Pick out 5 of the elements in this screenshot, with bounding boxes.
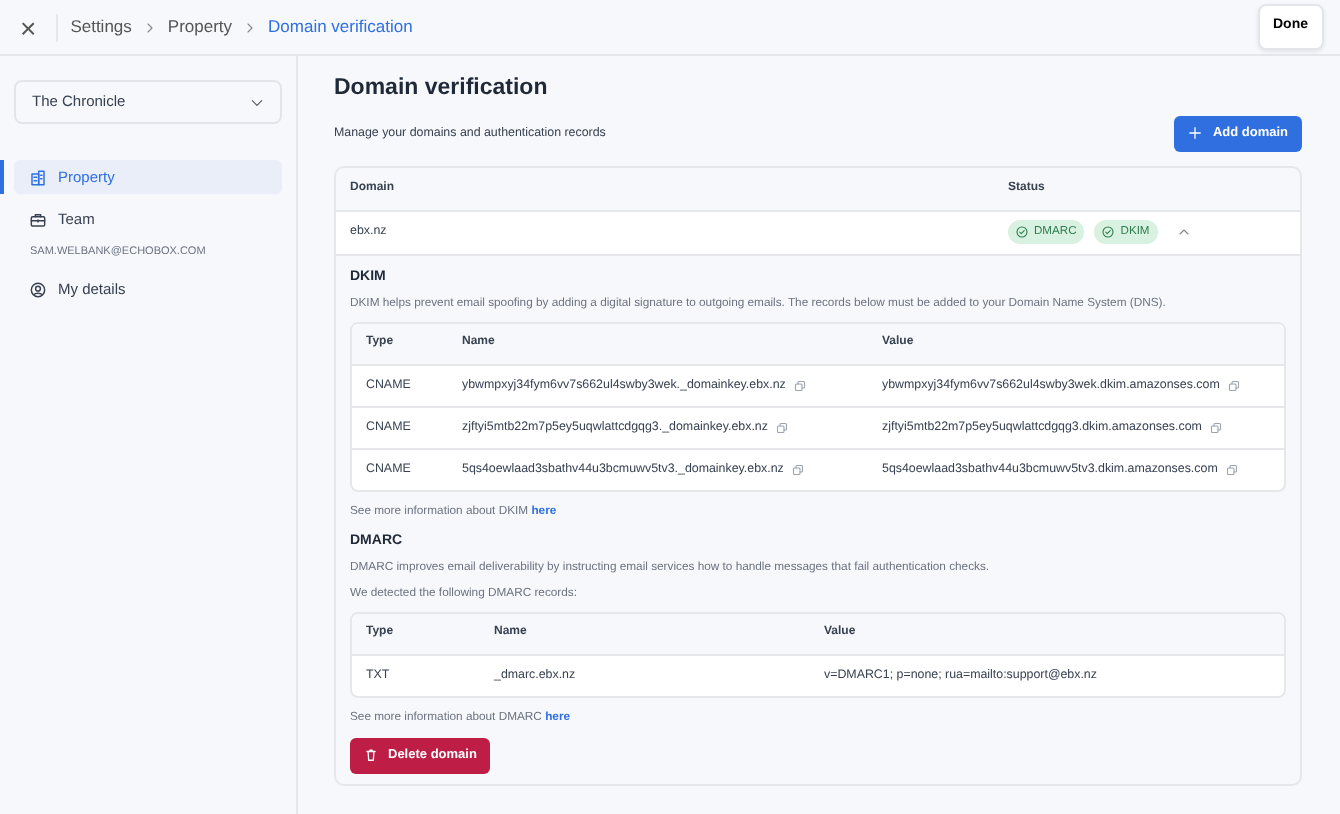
breadcrumb-link[interactable]: Settings [70, 14, 132, 40]
close-button[interactable]: × [20, 13, 59, 41]
breadcrumb-link[interactable]: Property [167, 14, 233, 40]
breadcrumb-link[interactable]: Domain verification [268, 14, 413, 40]
page-title: Domain verification [334, 76, 550, 104]
